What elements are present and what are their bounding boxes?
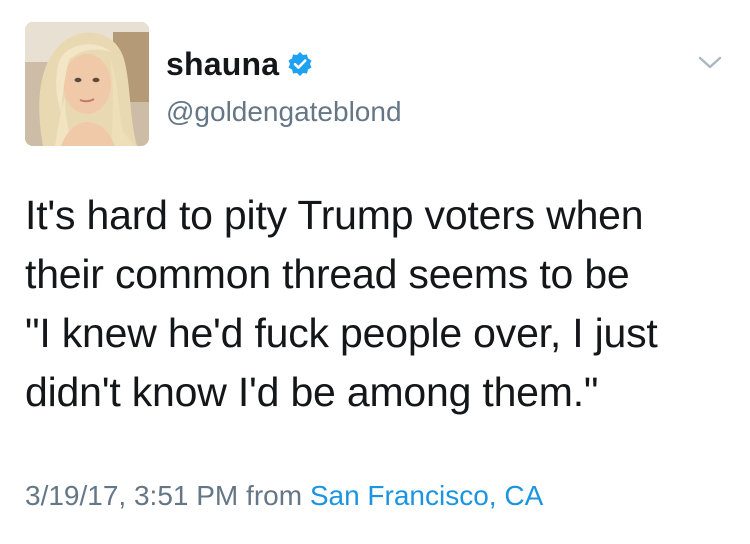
tweet-card: shauna @goldengateblond It's hard to pit… — [0, 0, 750, 544]
user-avatar-photo-icon — [25, 22, 149, 146]
chevron-down-icon[interactable] — [697, 54, 723, 72]
tweet-timestamp[interactable]: 3/19/17, 3:51 PM — [25, 480, 238, 511]
tweet-location-link[interactable]: San Francisco, CA — [310, 480, 543, 511]
user-handle[interactable]: @goldengateblond — [166, 94, 646, 130]
tweet-text: It's hard to pity Trump voters when thei… — [25, 192, 658, 415]
tweet-metadata: 3/19/17, 3:51 PM from San Francisco, CA — [25, 478, 543, 514]
avatar[interactable] — [25, 22, 149, 146]
source-prefix: from — [246, 480, 303, 511]
name-row: shauna — [166, 44, 646, 84]
tweet-header: shauna @goldengateblond — [166, 44, 646, 130]
display-name[interactable]: shauna — [166, 44, 279, 84]
verified-badge-icon — [287, 51, 313, 77]
